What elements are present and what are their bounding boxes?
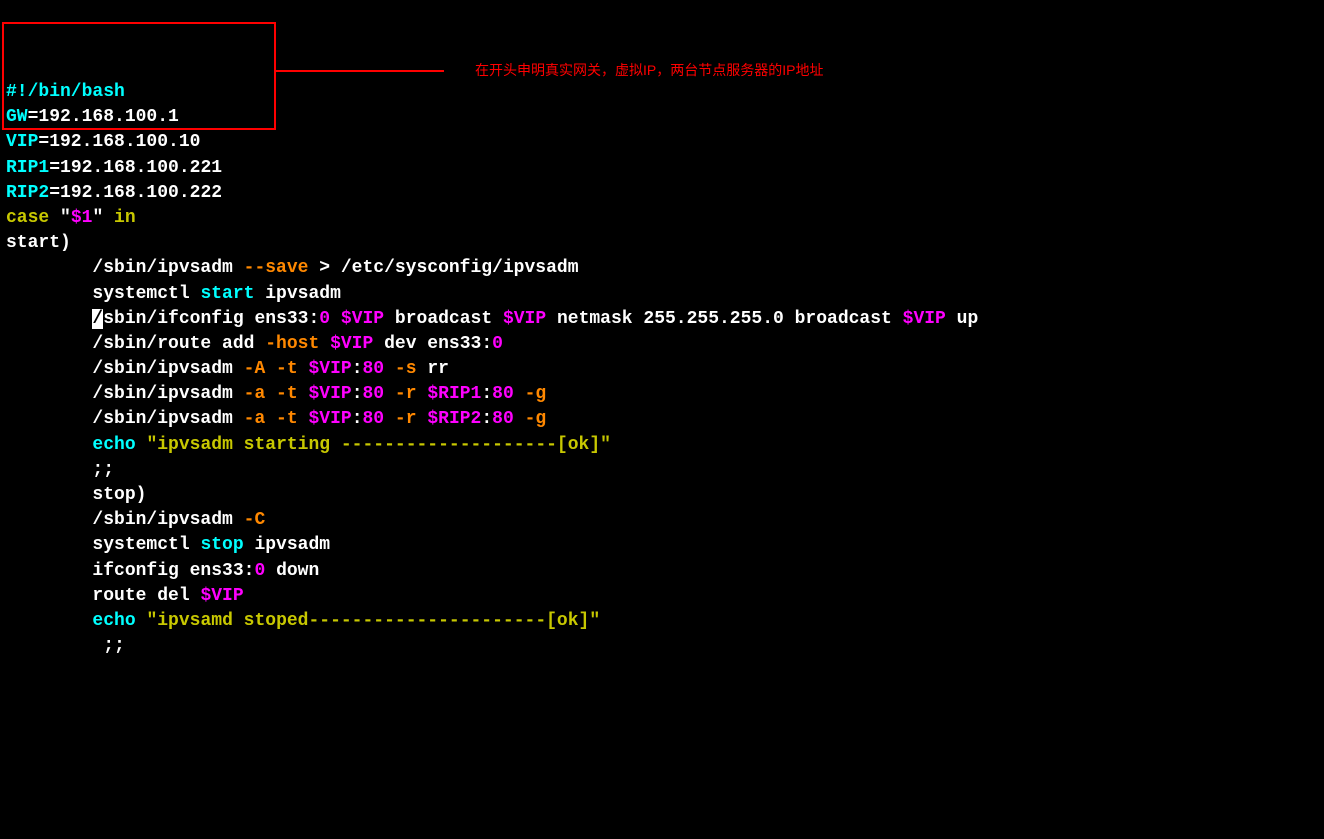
l3-vip2: $VIP — [503, 309, 546, 329]
l2-rest: ipvsadm — [254, 284, 340, 304]
annotation-text: 在开头申明真实网关，虚拟IP，两台节点服务器的IP地址 — [475, 60, 823, 80]
shebang-line: #!/bin/bash — [6, 82, 125, 102]
case-var: $1 — [71, 208, 93, 228]
l2-start: start — [200, 284, 254, 304]
case-q2: " — [92, 208, 114, 228]
echo-kw: echo — [92, 435, 135, 455]
var-rip1-name: RIP1 — [6, 158, 49, 178]
l16: ;; — [6, 636, 125, 656]
l1-opt: --save — [244, 258, 309, 278]
l5-cmd: /sbin/ipvsadm — [6, 359, 244, 379]
var-rip1-val: =192.168.100.221 — [49, 158, 222, 178]
l13-cmd: ifconfig ens33: — [6, 561, 254, 581]
case-q1: " — [49, 208, 71, 228]
case-in: in — [114, 208, 136, 228]
l11-cmd: /sbin/ipvsadm — [6, 510, 244, 530]
var-gw-name: GW — [6, 107, 28, 127]
l3-num: 0 — [319, 309, 330, 329]
l3-vip3: $VIP — [903, 309, 946, 329]
case-kw: case — [6, 208, 49, 228]
l2-cmd: systemctl — [6, 284, 200, 304]
l7-cmd: /sbin/ipvsadm — [6, 409, 244, 429]
l1-rest: > /etc/sysconfig/ipvsadm — [308, 258, 578, 278]
l3-cursor: / — [92, 309, 103, 329]
var-gw-val: =192.168.100.1 — [28, 107, 179, 127]
echo-str1: "ipvsadm starting --------------------[o… — [146, 435, 610, 455]
l3-vip1: $VIP — [341, 309, 384, 329]
var-rip2-val: =192.168.100.222 — [49, 183, 222, 203]
terminal-code[interactable]: #!/bin/bash GW=192.168.100.1 VIP=192.168… — [0, 80, 1324, 659]
var-vip-val: =192.168.100.10 — [38, 132, 200, 152]
start-label: start) — [6, 233, 71, 253]
l3-p1: sbin/ifconfig ens33: — [103, 309, 319, 329]
l14-cmd: route del — [6, 586, 200, 606]
l12-cmd: systemctl — [6, 535, 200, 555]
var-vip-name: VIP — [6, 132, 38, 152]
var-rip2-name: RIP2 — [6, 183, 49, 203]
l4-cmd: /sbin/route add — [6, 334, 265, 354]
annotation-line — [274, 70, 444, 72]
l6-cmd: /sbin/ipvsadm — [6, 384, 244, 404]
l9: ;; — [6, 460, 114, 480]
stop-label: stop) — [6, 485, 146, 505]
l1-cmd: /sbin/ipvsadm — [6, 258, 244, 278]
l3-indent — [6, 309, 92, 329]
